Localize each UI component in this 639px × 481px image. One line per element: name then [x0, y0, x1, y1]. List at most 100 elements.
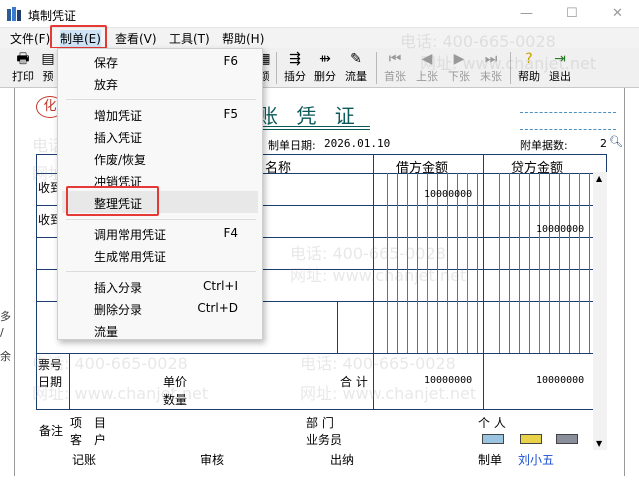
- amount-grid-line: [539, 173, 540, 353]
- grid-line: [69, 353, 70, 409]
- total-credit: 10000000: [536, 375, 585, 386]
- preview-icon: ▤: [41, 51, 55, 67]
- first-button[interactable]: ⏮ 首张: [382, 50, 408, 86]
- menu-file[interactable]: 文件(F): [10, 30, 50, 47]
- menu-tools[interactable]: 工具(T): [169, 30, 210, 47]
- amount-grid-line: [559, 173, 560, 353]
- print-button[interactable]: 🖶 打印: [10, 50, 36, 86]
- menu-separator: [66, 219, 256, 220]
- printer-icon: 🖶: [16, 51, 30, 67]
- amount-grid-line: [569, 173, 570, 353]
- last-button[interactable]: ⏭ 末张: [478, 50, 504, 86]
- maker-label: 制单: [478, 453, 503, 467]
- shortcut-save: F6: [223, 54, 238, 68]
- header-debit: 借方金额: [396, 161, 449, 176]
- menu-help[interactable]: 帮助(H): [222, 30, 264, 47]
- amount-grid-line: [437, 173, 438, 353]
- magnifier-icon[interactable]: 🔍︎: [609, 135, 623, 148]
- minimize-icon[interactable]: —: [520, 6, 533, 21]
- amount-grid-line: [477, 173, 478, 353]
- attach-value[interactable]: 2: [600, 137, 607, 150]
- menu-item-add-voucher[interactable]: 增加凭证: [94, 107, 142, 124]
- remark-label: 备注: [39, 424, 64, 438]
- next-page-icon: ▶: [453, 51, 465, 67]
- menu-item-insert-entry[interactable]: 插入分录: [94, 279, 142, 296]
- customer-label: 客: [70, 433, 83, 447]
- header-account-name: 名称: [265, 161, 292, 176]
- voucher-title: 账 凭 证: [258, 104, 361, 128]
- amount-grid-line: [509, 173, 510, 353]
- project-label-2: 目: [94, 416, 107, 430]
- shortcut-add-voucher: F5: [223, 107, 238, 121]
- menu-item-insert-voucher[interactable]: 插入凭证: [94, 129, 142, 146]
- ledger-icon[interactable]: [520, 434, 542, 444]
- amount-grid-line: [549, 173, 550, 353]
- amount-grid-line: [447, 173, 448, 353]
- pencil-icon: ✎: [350, 51, 362, 67]
- prev-button[interactable]: ◀ 上张: [414, 50, 440, 86]
- maximize-icon[interactable]: ☐: [566, 6, 578, 21]
- delete-row-icon: ⇻: [319, 51, 331, 67]
- flow-button[interactable]: ✎ 流量: [343, 50, 369, 86]
- organize-highlight-box: [66, 186, 159, 216]
- unit-price-label: 单价: [163, 375, 188, 389]
- help-button[interactable]: ? 帮助: [516, 50, 542, 86]
- app-books-icon: [7, 7, 21, 21]
- dashed-line: [520, 112, 616, 113]
- menu-item-void-restore[interactable]: 作废/恢复: [94, 151, 146, 168]
- scroll-up-icon[interactable]: ▲: [596, 174, 602, 183]
- query-icon[interactable]: [556, 434, 578, 444]
- amount-grid-line: [417, 173, 418, 353]
- first-page-icon: ⏮: [388, 51, 402, 67]
- menu-item-call-common-voucher[interactable]: 调用常用凭证: [94, 226, 166, 243]
- title-bar: 填制凭证 — ☐ ✕: [0, 0, 639, 28]
- shortcut-delete-entry: Ctrl+D: [197, 301, 238, 315]
- exit-door-icon: ⇥: [554, 51, 566, 67]
- amount-grid-line: [407, 173, 408, 353]
- date-label: 制单日期:: [268, 139, 316, 152]
- scroll-down-icon[interactable]: ▼: [596, 439, 602, 448]
- edge-fragment: 多: [0, 310, 11, 323]
- prev-page-icon: ◀: [421, 51, 433, 67]
- delete-entry-button[interactable]: ⇻ 删分: [312, 50, 338, 86]
- preview-button[interactable]: ▤ 预: [38, 50, 58, 86]
- edge-fragment: 余: [0, 350, 11, 363]
- amount-grid-line: [427, 173, 428, 353]
- menu-item-delete-entry[interactable]: 删除分录: [94, 301, 142, 318]
- edge-fragment: /: [0, 326, 4, 339]
- row-debit-amount[interactable]: 10000000: [424, 189, 472, 200]
- menu-item-flow[interactable]: 流量: [94, 323, 118, 340]
- title-underline: [258, 129, 370, 130]
- close-icon[interactable]: ✕: [612, 6, 623, 21]
- quantity-label: 数量: [163, 393, 188, 407]
- shortcut-insert-entry: Ctrl+I: [203, 279, 238, 293]
- maker-name: 刘小五: [518, 453, 555, 467]
- vertical-scrollbar[interactable]: ▲ ▼: [593, 172, 607, 450]
- amount-grid-line: [499, 173, 500, 353]
- dashed-line: [520, 129, 616, 130]
- person-label: 个 人: [478, 416, 506, 430]
- last-page-icon: ⏭: [484, 51, 498, 67]
- menu-item-generate-common-voucher[interactable]: 生成常用凭证: [94, 248, 166, 265]
- customer-label-2: 户: [94, 433, 107, 447]
- grid-line: [483, 155, 484, 409]
- card-icon[interactable]: [482, 434, 504, 444]
- window-title: 填制凭证: [28, 9, 77, 23]
- menu-view[interactable]: 查看(V): [115, 30, 157, 47]
- next-button[interactable]: ▶ 下张: [446, 50, 472, 86]
- department-label: 部 门: [306, 416, 334, 430]
- amount-grid-line: [589, 173, 590, 353]
- insert-entry-button[interactable]: ⇶ 插分: [282, 50, 308, 86]
- total-label: 合 计: [340, 375, 368, 389]
- date-value[interactable]: 2026.01.10: [324, 137, 390, 150]
- amount-grid-line: [579, 173, 580, 353]
- attach-label: 附单据数:: [520, 139, 568, 152]
- row-credit-amount[interactable]: 10000000: [536, 224, 584, 235]
- grid-line: [37, 409, 594, 410]
- menu-item-discard[interactable]: 放弃: [94, 76, 118, 93]
- exit-button[interactable]: ⇥ 退出: [547, 50, 573, 86]
- menu-item-save[interactable]: 保存: [94, 54, 118, 71]
- title-underline: [258, 126, 370, 127]
- amount-grid-line: [397, 173, 398, 353]
- header-credit: 贷方金额: [511, 161, 564, 176]
